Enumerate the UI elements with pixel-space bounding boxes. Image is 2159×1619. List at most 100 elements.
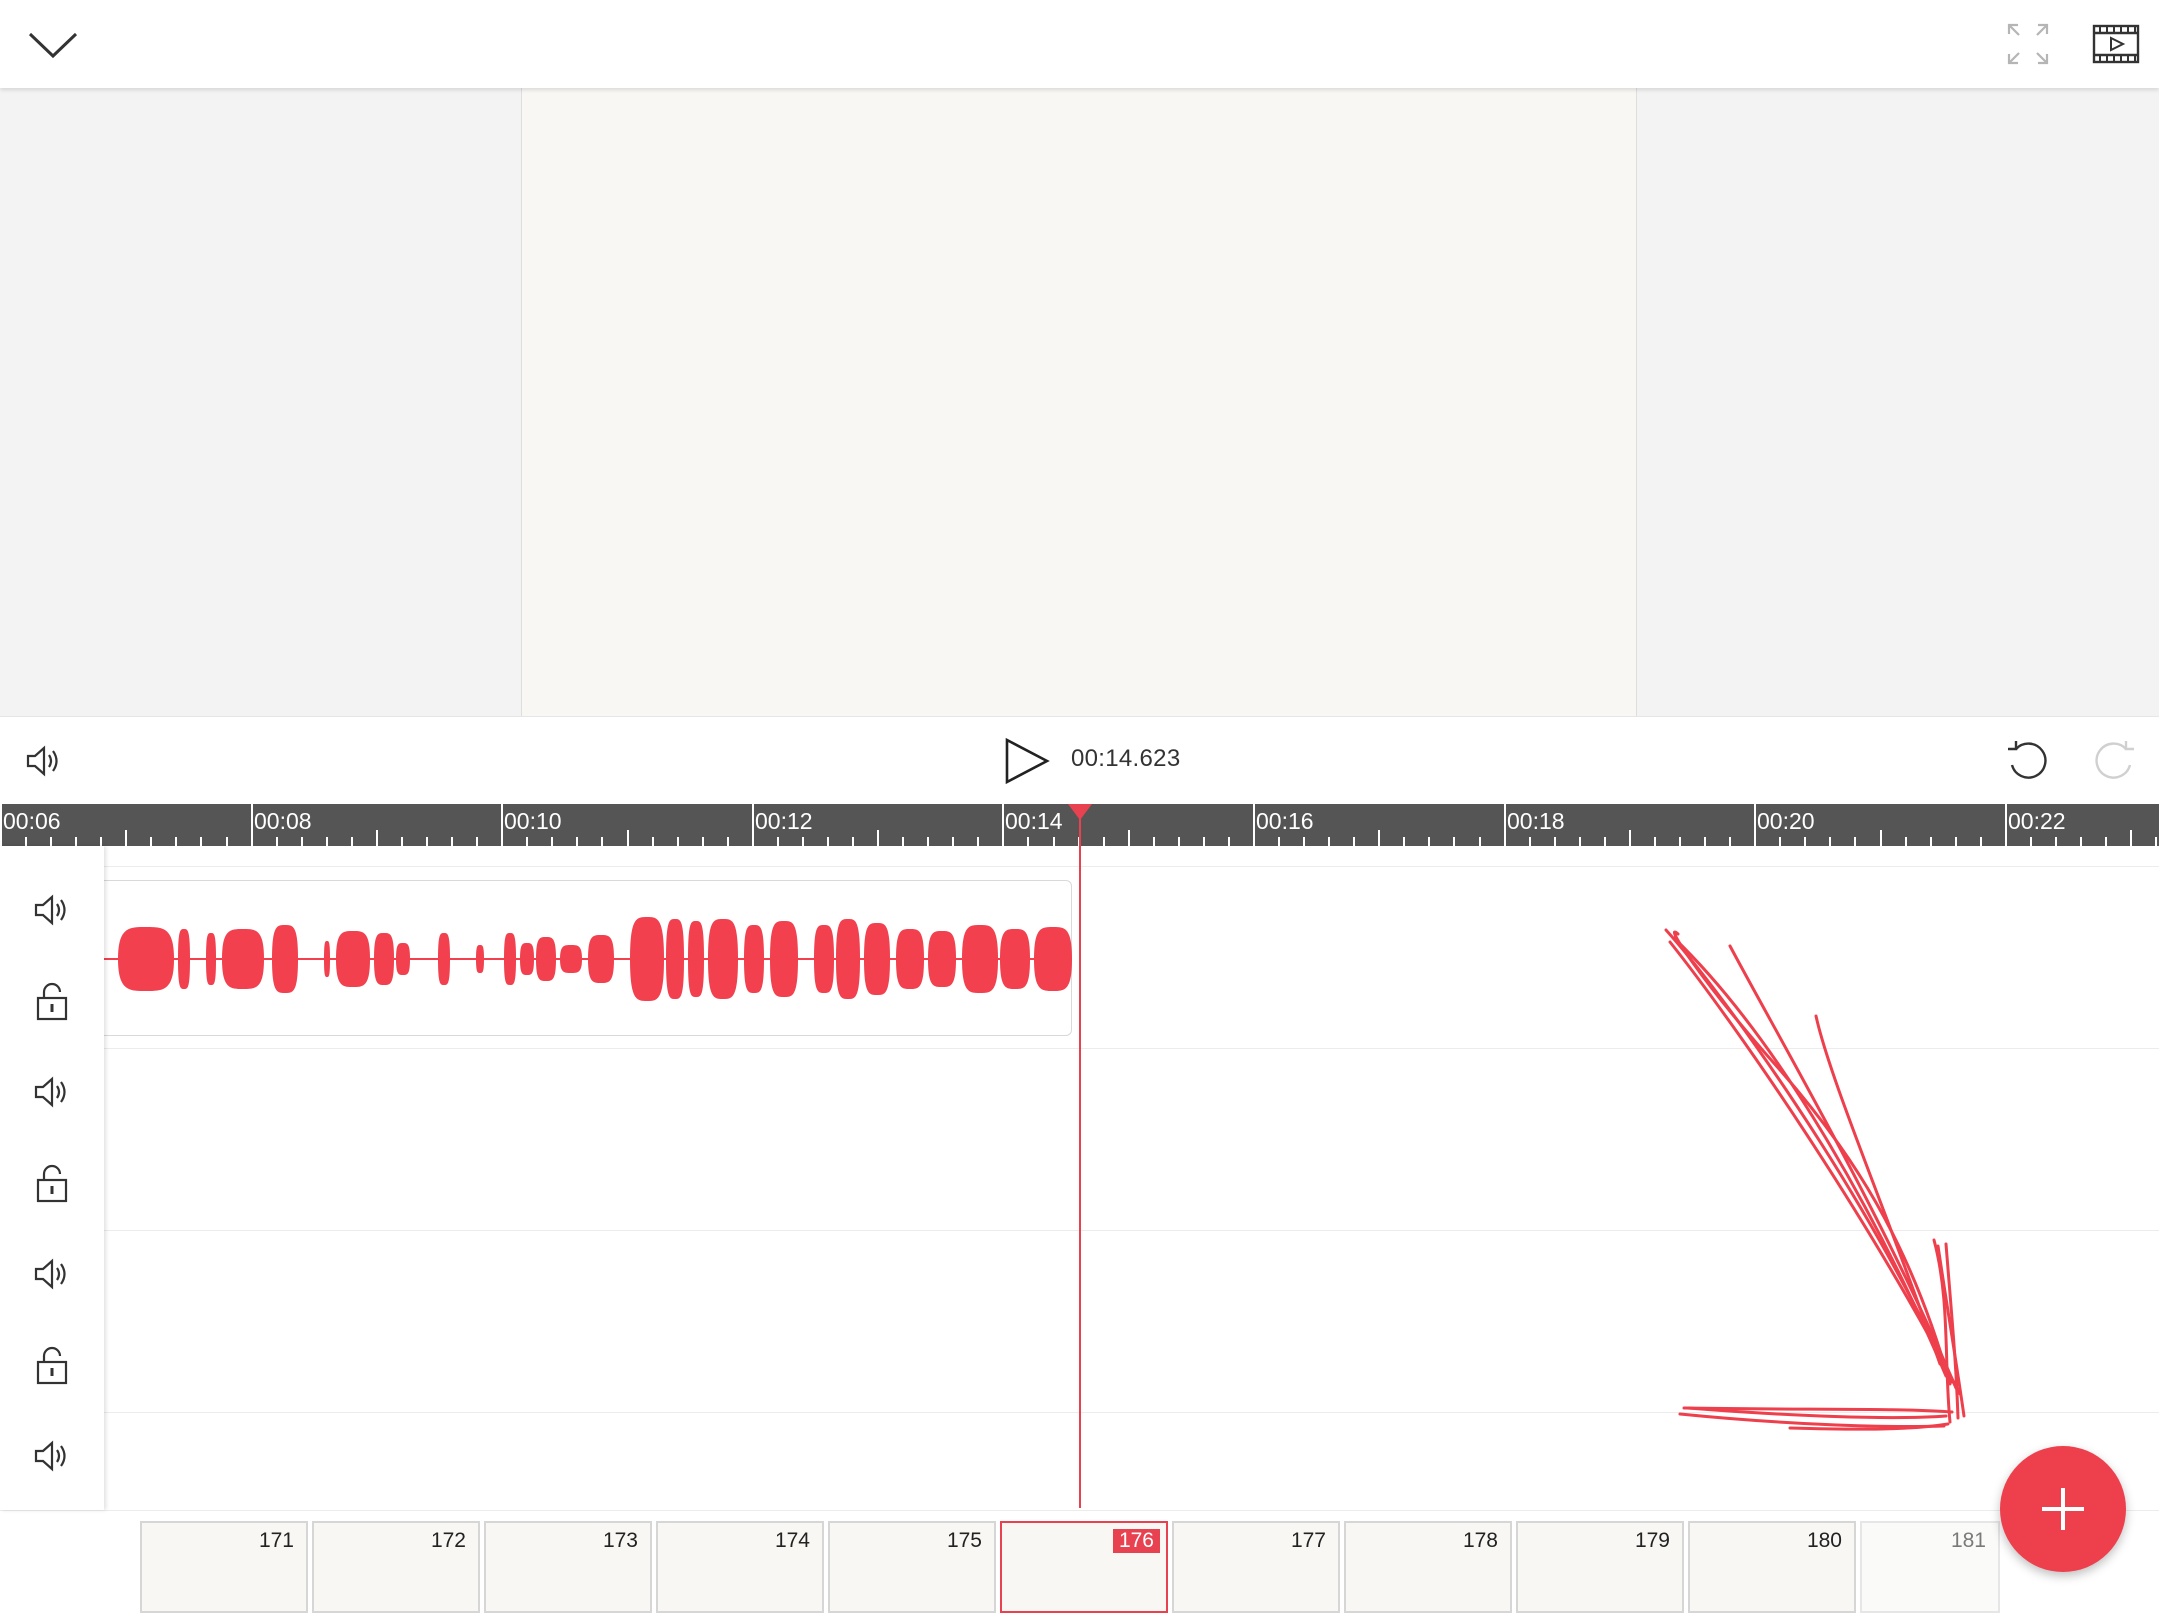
ruler-tick bbox=[1328, 837, 1330, 846]
ruler-tick bbox=[276, 837, 278, 846]
ruler-tick bbox=[1103, 837, 1105, 846]
ruler-tick bbox=[1053, 837, 1055, 846]
ruler-tick bbox=[752, 804, 754, 846]
lock-open-icon bbox=[36, 1346, 68, 1385]
redo-button[interactable] bbox=[2090, 737, 2138, 785]
ruler-tick bbox=[777, 837, 779, 846]
ruler-tick bbox=[1403, 837, 1405, 846]
ruler-tick bbox=[476, 837, 478, 846]
frame-thumbnail[interactable]: 177 bbox=[1172, 1521, 1340, 1613]
ruler-tick bbox=[977, 837, 979, 846]
ruler-tick bbox=[1955, 837, 1957, 846]
volume-icon bbox=[34, 1076, 66, 1108]
ruler-tick bbox=[226, 837, 228, 846]
fullscreen-icon bbox=[2007, 23, 2049, 65]
frame-thumbnail[interactable]: 171 bbox=[140, 1521, 308, 1613]
track-2-lock-button[interactable] bbox=[34, 1164, 70, 1204]
frame-thumbnail[interactable]: 175 bbox=[828, 1521, 996, 1613]
ruler-label: 00:12 bbox=[755, 808, 813, 834]
ruler-tick bbox=[401, 837, 403, 846]
frame-number: 179 bbox=[1634, 1529, 1670, 1552]
ruler-tick bbox=[1504, 804, 1506, 846]
ruler-label: 00:20 bbox=[1757, 808, 1815, 834]
undo-icon bbox=[2008, 741, 2047, 779]
fullscreen-button[interactable] bbox=[2006, 22, 2050, 66]
frame-number: 177 bbox=[1290, 1529, 1326, 1552]
ruler-tick bbox=[877, 830, 879, 846]
audio-clip[interactable] bbox=[104, 880, 1072, 1036]
ruler-tick bbox=[1378, 830, 1380, 846]
frame-thumbnail[interactable]: 174 bbox=[656, 1521, 824, 1613]
lock-open-icon bbox=[36, 982, 68, 1021]
ruler-tick bbox=[927, 837, 929, 846]
frame-thumbnail[interactable]: 172 bbox=[312, 1521, 480, 1613]
ruler-tick bbox=[351, 837, 353, 846]
ruler-tick bbox=[727, 837, 729, 846]
ruler-tick bbox=[652, 837, 654, 846]
frame-thumbnail[interactable]: 181 bbox=[1860, 1521, 2000, 1613]
ruler-tick bbox=[50, 837, 52, 846]
ruler-tick bbox=[0, 804, 2, 846]
top-bar bbox=[0, 0, 2159, 88]
track-3-volume-button[interactable] bbox=[32, 1254, 72, 1294]
ruler-tick bbox=[1905, 837, 1907, 846]
ruler-tick bbox=[1629, 830, 1631, 846]
ruler-tick bbox=[1353, 837, 1355, 846]
volume-icon bbox=[34, 1258, 66, 1290]
current-timecode: 00:14.623 bbox=[1071, 745, 1181, 772]
ruler-tick bbox=[175, 837, 177, 846]
undo-button[interactable] bbox=[2004, 737, 2052, 785]
ruler-tick bbox=[326, 837, 328, 846]
frame-thumbnail[interactable]: 176 bbox=[1000, 1521, 1168, 1613]
add-button[interactable] bbox=[2000, 1446, 2126, 1572]
ruler-label: 00:06 bbox=[3, 808, 61, 834]
ruler-tick bbox=[1479, 837, 1481, 846]
ruler-tick bbox=[125, 830, 127, 846]
collapse-button[interactable] bbox=[26, 22, 80, 66]
transport-bar: 00:14.623 bbox=[0, 716, 2159, 804]
ruler-tick bbox=[1428, 837, 1430, 846]
track-4-volume-button[interactable] bbox=[32, 1436, 72, 1476]
ruler-tick bbox=[1880, 830, 1882, 846]
ruler-tick bbox=[2105, 837, 2107, 846]
ruler-tick bbox=[627, 830, 629, 846]
ruler-tick bbox=[576, 837, 578, 846]
frame-number: 176 bbox=[1112, 1529, 1160, 1553]
ruler-tick bbox=[150, 837, 152, 846]
track-3-lock-button[interactable] bbox=[34, 1346, 70, 1386]
playhead[interactable] bbox=[1079, 804, 1081, 1508]
ruler-tick bbox=[1278, 837, 1280, 846]
track-2-volume-button[interactable] bbox=[32, 1072, 72, 1112]
play-button[interactable] bbox=[1002, 737, 1050, 785]
frame-number: 172 bbox=[430, 1529, 466, 1552]
frame-thumbnail[interactable]: 173 bbox=[484, 1521, 652, 1613]
movie-preview-button[interactable] bbox=[2092, 22, 2140, 66]
volume-icon bbox=[34, 1440, 66, 1472]
ruler-tick bbox=[551, 837, 553, 846]
ruler-tick bbox=[902, 837, 904, 846]
frame-thumbnail[interactable]: 180 bbox=[1688, 1521, 1856, 1613]
ruler-tick bbox=[1604, 837, 1606, 846]
ruler-tick bbox=[1153, 837, 1155, 846]
frame-thumbnail[interactable]: 179 bbox=[1516, 1521, 1684, 1613]
ruler-tick bbox=[702, 837, 704, 846]
drawing-canvas[interactable] bbox=[521, 88, 1637, 716]
track-1-volume-button[interactable] bbox=[32, 890, 72, 930]
volume-icon bbox=[26, 745, 58, 777]
frame-number: 178 bbox=[1462, 1529, 1498, 1552]
track-1-lock-button[interactable] bbox=[34, 982, 70, 1022]
ruler-tick bbox=[2055, 837, 2057, 846]
frame-thumbnail[interactable]: 178 bbox=[1344, 1521, 1512, 1613]
frame-number: 173 bbox=[602, 1529, 638, 1552]
preview-area bbox=[0, 88, 2159, 716]
master-volume-button[interactable] bbox=[24, 741, 64, 781]
ruler-tick bbox=[1253, 804, 1255, 846]
ruler-tick bbox=[1529, 837, 1531, 846]
ruler-label: 00:16 bbox=[1256, 808, 1314, 834]
ruler-tick bbox=[1554, 837, 1556, 846]
ruler-tick bbox=[827, 837, 829, 846]
volume-icon bbox=[34, 894, 66, 926]
ruler-tick bbox=[1178, 837, 1180, 846]
playhead-handle[interactable] bbox=[1068, 804, 1092, 820]
ruler-tick bbox=[852, 837, 854, 846]
